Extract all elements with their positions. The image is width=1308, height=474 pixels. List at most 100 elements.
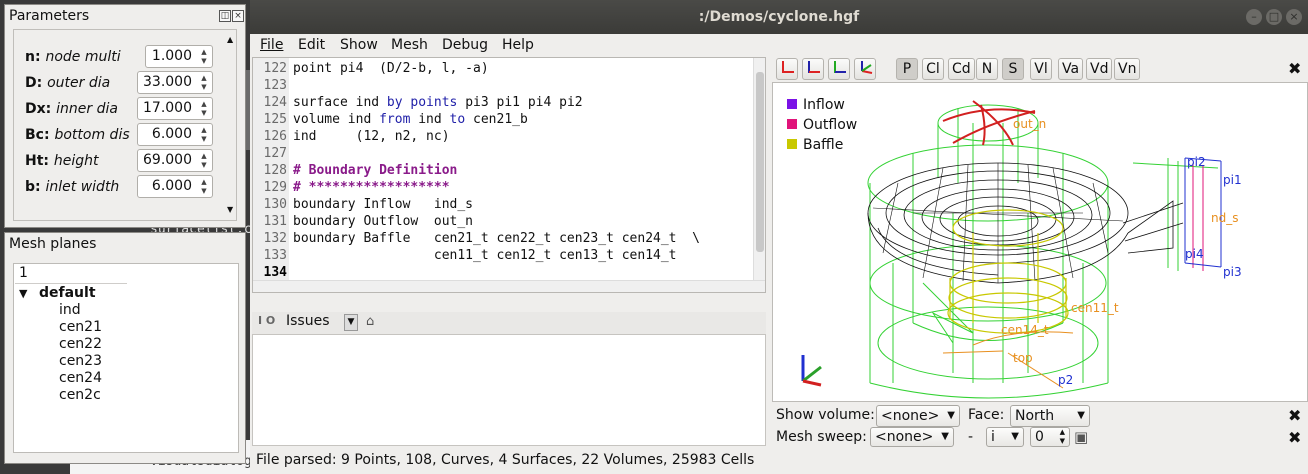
clear-issues-icon[interactable]: ⌂ [366,314,374,329]
axis-view-icon-2[interactable] [802,58,824,80]
close-button[interactable]: × [1286,9,1302,25]
view-toggle-vl[interactable]: Vl [1030,58,1052,80]
spin-up-icon[interactable]: ▲ [199,100,209,109]
issues-dropdown-icon[interactable]: ▼ [344,314,358,331]
tree-item[interactable]: cen2c [59,387,101,404]
legend-swatch [787,99,797,109]
spin-up-icon[interactable]: ▲ [199,126,209,135]
param-desc: height [53,153,99,169]
param-colon: : [34,49,46,65]
spin-down-icon[interactable]: ▼ [199,161,209,170]
tree-item[interactable]: cen24 [59,370,102,387]
param-value: 1.000 [151,48,192,64]
param-colon: : [43,153,54,169]
line-number: 123 [263,78,287,93]
save-icon[interactable]: ▣ [1074,428,1088,446]
view-toggle-n[interactable]: N [976,58,998,80]
expand-arrow-icon[interactable]: ▼ [19,285,27,302]
param-key: D [25,75,37,91]
legend-label: Inflow [803,97,845,113]
face-select[interactable]: North ▼ [1010,405,1090,427]
editor-vertical-scrollbar[interactable] [753,58,765,280]
menu-file[interactable]: File [260,35,283,55]
param-label: Ht: height [25,151,99,171]
filter-input[interactable]: 1 [15,265,125,283]
axis-view-icon-1[interactable] [776,58,798,80]
3d-viewport[interactable]: out_n pi2 pi1 pi4 pi3 nd_s cen11_t cen14… [772,82,1308,402]
axis-view-icon-iso[interactable] [854,58,876,80]
menu-debug[interactable]: Debug [442,35,488,55]
view-toggle-va[interactable]: Va [1058,58,1084,80]
spin-down-icon[interactable]: ▼ [199,57,209,66]
sweep-index-select[interactable]: i ▼ [986,427,1024,447]
param-spinbox[interactable]: 6.000 ▲ ▼ [137,123,213,146]
close-sweep-icon[interactable]: ✖ [1288,428,1301,447]
close-viewer-icon[interactable]: ✖ [1288,59,1301,78]
tree-item[interactable]: cen23 [59,353,102,370]
view-toggle-vn[interactable]: Vn [1114,58,1141,80]
label-pi4: pi4 [1185,247,1204,261]
param-desc: node multi [45,49,121,65]
minimize-button[interactable]: – [1246,9,1262,25]
param-key: b [25,179,36,195]
view-toggle-cl[interactable]: Cl [922,58,944,80]
float-icon[interactable]: ◫ [219,10,231,22]
view-toggle-cd[interactable]: Cd [948,58,975,80]
spin-up-icon[interactable]: ▲ [199,152,209,161]
title-bar[interactable]: :/Demos/cyclone.hgf – □ × [250,0,1308,34]
close-panel-icon[interactable]: × [232,10,244,22]
code-line: boundary Baffle cen21_t cen22_t cen23_t … [293,231,700,246]
param-spinbox[interactable]: 17.000 ▲ ▼ [137,97,213,120]
param-spinbox[interactable]: 1.000 ▲ ▼ [145,45,213,68]
param-spinbox[interactable]: 6.000 ▲ ▼ [137,175,213,198]
tree-item[interactable]: cen22 [59,336,102,353]
line-number: 130 [263,197,287,212]
menu-edit[interactable]: Edit [298,35,325,55]
parameters-panel: Parameters ◫ × ▲ ▼ n: node multi 1.000 ▲ ▼ D… [4,4,246,228]
face-label: Face: [968,407,1005,423]
spin-up-icon[interactable]: ▲ [199,48,209,57]
mesh-sweep-select[interactable]: <none> ▼ [870,427,954,447]
param-key: Bc [25,127,44,143]
scroll-down-icon[interactable]: ▼ [227,205,233,214]
code-line: boundary Outflow out_n [293,214,474,229]
param-spinbox[interactable]: 69.000 ▲ ▼ [137,149,213,172]
spin-down-icon[interactable]: ▼ [199,109,209,118]
show-volume-select[interactable]: <none> ▼ [876,405,960,427]
sweep-count-spinner[interactable]: 0 ▲ ▼ [1030,427,1070,447]
scroll-thumb[interactable] [756,72,764,252]
param-label: D: outer dia [25,73,110,93]
view-toggle-p[interactable]: P [896,58,918,80]
spin-up-icon[interactable]: ▲ [199,178,209,187]
param-desc: inlet width [45,179,120,195]
menu-help[interactable]: Help [502,35,534,55]
menu-show[interactable]: Show [340,35,378,55]
tree-item[interactable]: ind [59,302,81,319]
view-toggle-s[interactable]: S [1002,58,1024,80]
spin-down-icon[interactable]: ▼ [199,83,209,92]
mesh-planes-title: Mesh planes [9,236,97,252]
axis-view-icon-3[interactable] [828,58,850,80]
spin-down-icon[interactable]: ▼ [199,187,209,196]
tree-item[interactable]: cen21 [59,319,102,336]
parameters-scrollbar[interactable]: ▲ ▼ [227,35,239,215]
close-volume-icon[interactable]: ✖ [1288,406,1301,425]
tree-root-default[interactable]: default [39,285,96,302]
legend-swatch [787,139,797,149]
param-desc: inner dia [56,101,118,117]
line-number: 133 [263,248,287,263]
param-spinbox[interactable]: 33.000 ▲ ▼ [137,71,213,94]
maximize-button[interactable]: □ [1266,9,1282,25]
spin-up-icon[interactable]: ▲ [199,74,209,83]
spin-down-icon[interactable]: ▼ [199,135,209,144]
param-key: n [25,49,35,65]
param-value: 6.000 [151,126,192,142]
code-line: boundary Inflow ind_s [293,197,474,212]
view-toggle-vd[interactable]: Vd [1086,58,1113,80]
editor-horizontal-scrollbar[interactable] [253,280,765,292]
line-number: 127 [263,146,287,161]
scroll-up-icon[interactable]: ▲ [227,35,233,44]
param-colon: : [36,75,48,91]
code-editor[interactable]: 122 point pi4 (D/2-b, l, -a) 123 124 surface… [252,57,766,293]
menu-mesh[interactable]: Mesh [391,35,428,55]
